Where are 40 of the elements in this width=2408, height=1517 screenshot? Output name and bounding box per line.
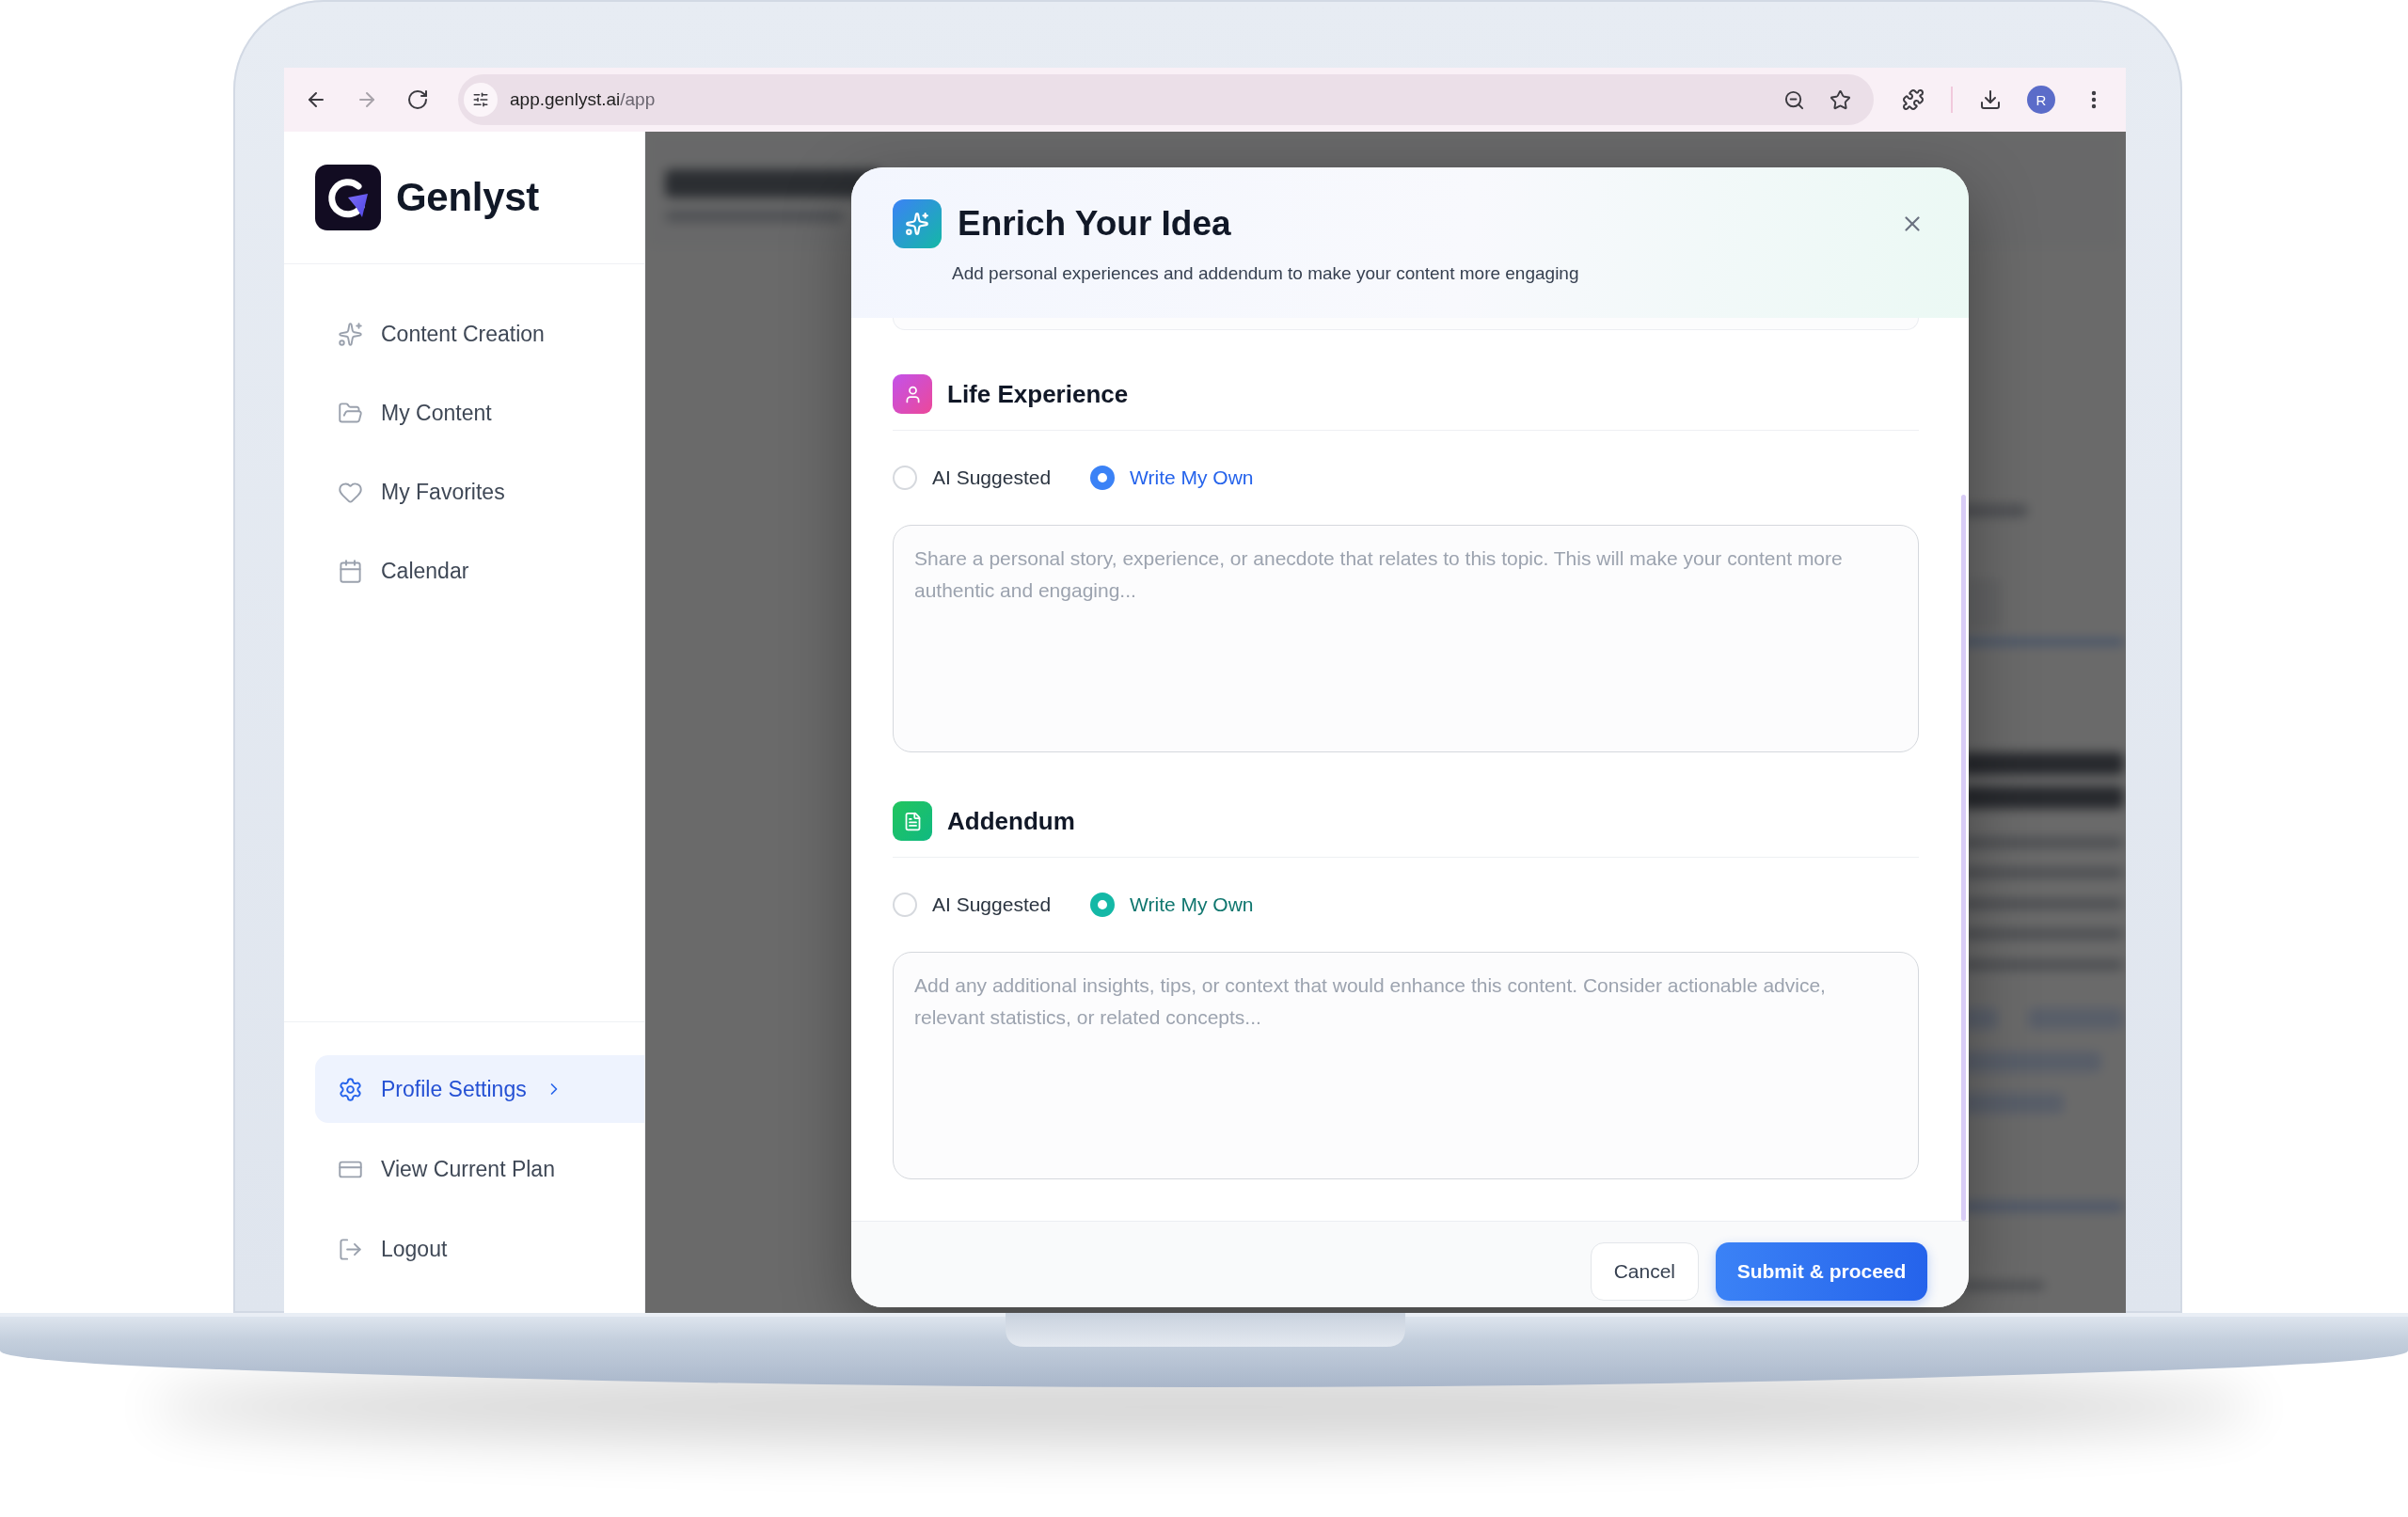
radio-option[interactable]: AI Suggested xyxy=(893,466,1052,490)
sidebar-nav-item[interactable]: View Current Plan xyxy=(315,1135,644,1203)
download-icon[interactable] xyxy=(1979,88,2002,111)
radio-option[interactable]: AI Suggested xyxy=(893,893,1052,917)
sidebar-nav-item[interactable]: Profile Settings xyxy=(315,1055,644,1123)
sidebar-nav-item[interactable]: Calendar xyxy=(315,537,644,605)
section-title: Life Experience xyxy=(947,379,1129,410)
addendum-text-field[interactable]: Add any additional insights, tips, or context that would enhance this content. Consider actionable advice, relevant statistics, or related concepts... xyxy=(893,952,1919,1179)
zoom-out-icon[interactable] xyxy=(1782,88,1805,111)
cancel-button[interactable]: Cancel xyxy=(1590,1242,1699,1301)
profile-avatar[interactable]: R xyxy=(2027,86,2055,114)
logout-icon xyxy=(338,1236,363,1262)
star-icon[interactable] xyxy=(1829,88,1851,111)
sidebar-nav-item[interactable]: Content Creation xyxy=(315,300,644,368)
sparkles-icon xyxy=(893,199,942,248)
logo-icon xyxy=(315,165,381,230)
person-icon xyxy=(893,374,932,414)
reload-icon[interactable] xyxy=(406,88,429,111)
settings-icon xyxy=(338,1076,363,1102)
puzzle-icon[interactable] xyxy=(1902,88,1925,111)
radio-button[interactable] xyxy=(1090,893,1116,917)
brand-name: Genlyst xyxy=(396,175,539,220)
submit-button[interactable]: Submit & proceed xyxy=(1716,1242,1927,1301)
sliders-icon[interactable] xyxy=(464,83,498,117)
calendar-icon xyxy=(338,558,363,584)
modal-title: Enrich Your Idea xyxy=(958,203,1231,245)
radio-option[interactable]: Write My Own xyxy=(1090,893,1254,917)
sidebar-nav-item[interactable]: Logout xyxy=(315,1215,644,1283)
url-text: app.genlyst.ai/app xyxy=(510,89,657,110)
document-icon xyxy=(893,801,932,841)
sidebar-nav-item[interactable]: My Content xyxy=(315,379,644,447)
sidebar-nav-item[interactable]: My Favorites xyxy=(315,458,644,526)
sparkles-icon xyxy=(338,321,363,347)
radio-option[interactable]: Write My Own xyxy=(1090,466,1254,490)
scrollbar-thumb[interactable] xyxy=(1961,495,1966,1221)
radio-button[interactable] xyxy=(1090,466,1116,490)
modal-subtitle: Add personal experiences and addendum to make your content more engaging xyxy=(952,262,1579,285)
address-bar[interactable]: app.genlyst.ai/app xyxy=(458,74,1874,125)
section-title: Addendum xyxy=(947,806,1075,837)
story-text-field[interactable]: Share a personal story, experience, or anecdote that relates to this topic. This will make your content more authentic and engaging... xyxy=(893,525,1919,752)
